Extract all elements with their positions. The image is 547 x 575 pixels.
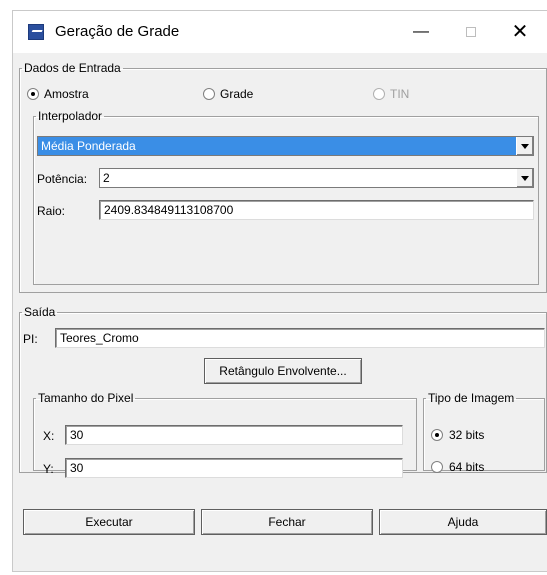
fechar-button[interactable]: Fechar <box>201 509 373 535</box>
chevron-down-icon[interactable] <box>516 169 533 187</box>
executar-button[interactable]: Executar <box>23 509 195 535</box>
pixel-x-input[interactable]: 30 <box>65 425 403 445</box>
maximize-button[interactable] <box>448 11 494 53</box>
dados-entrada-legend: Dados de Entrada <box>24 61 121 75</box>
pixel-y-input[interactable]: 30 <box>65 458 403 478</box>
ajuda-button[interactable]: Ajuda <box>379 509 547 535</box>
interpolador-method-value: Média Ponderada <box>38 137 516 155</box>
radio-tin-label: TIN <box>390 87 410 101</box>
radio-32-bits[interactable] <box>431 429 443 441</box>
app-grid-icon <box>28 24 44 40</box>
title-bar: Geração de Grade — ✕ <box>13 11 547 53</box>
interpolador-method-select[interactable]: Média Ponderada <box>37 136 534 156</box>
radio-tin <box>373 88 385 100</box>
raio-label: Raio: <box>37 204 66 218</box>
pixel-x-label: X: <box>43 429 55 443</box>
pi-input[interactable]: Teores_Cromo <box>55 328 545 348</box>
pi-label: PI: <box>23 332 38 346</box>
maximize-icon <box>466 26 476 37</box>
radio-64-bits-label[interactable]: 64 bits <box>449 460 484 474</box>
radio-grade[interactable] <box>203 88 215 100</box>
raio-input[interactable]: 2409.834849113108700 <box>99 200 534 220</box>
potencia-label: Potência: <box>37 172 88 186</box>
potencia-value: 2 <box>103 171 110 185</box>
radio-amostra-label[interactable]: Amostra <box>44 87 89 101</box>
radio-64-bits[interactable] <box>431 461 443 473</box>
radio-amostra[interactable] <box>27 88 39 100</box>
close-button[interactable]: ✕ <box>497 11 543 53</box>
saida-legend: Saída <box>24 305 56 319</box>
tamanho-pixel-legend: Tamanho do Pixel <box>38 391 134 405</box>
minimize-button[interactable]: — <box>398 11 444 53</box>
radio-grade-label[interactable]: Grade <box>220 87 253 101</box>
interpolador-legend: Interpolador <box>38 109 103 123</box>
radio-32-bits-label[interactable]: 32 bits <box>449 428 484 442</box>
pixel-y-label: Y: <box>43 462 54 476</box>
chevron-down-icon[interactable] <box>516 137 533 155</box>
dialog-window: Geração de Grade — ✕ Dados de Entrada Am… <box>12 10 547 572</box>
window-title: Geração de Grade <box>55 23 180 40</box>
retangulo-envolvente-button[interactable]: Retângulo Envolvente... <box>204 358 362 384</box>
potencia-select[interactable]: 2 <box>99 168 534 188</box>
tipo-imagem-legend: Tipo de Imagem <box>428 391 515 405</box>
